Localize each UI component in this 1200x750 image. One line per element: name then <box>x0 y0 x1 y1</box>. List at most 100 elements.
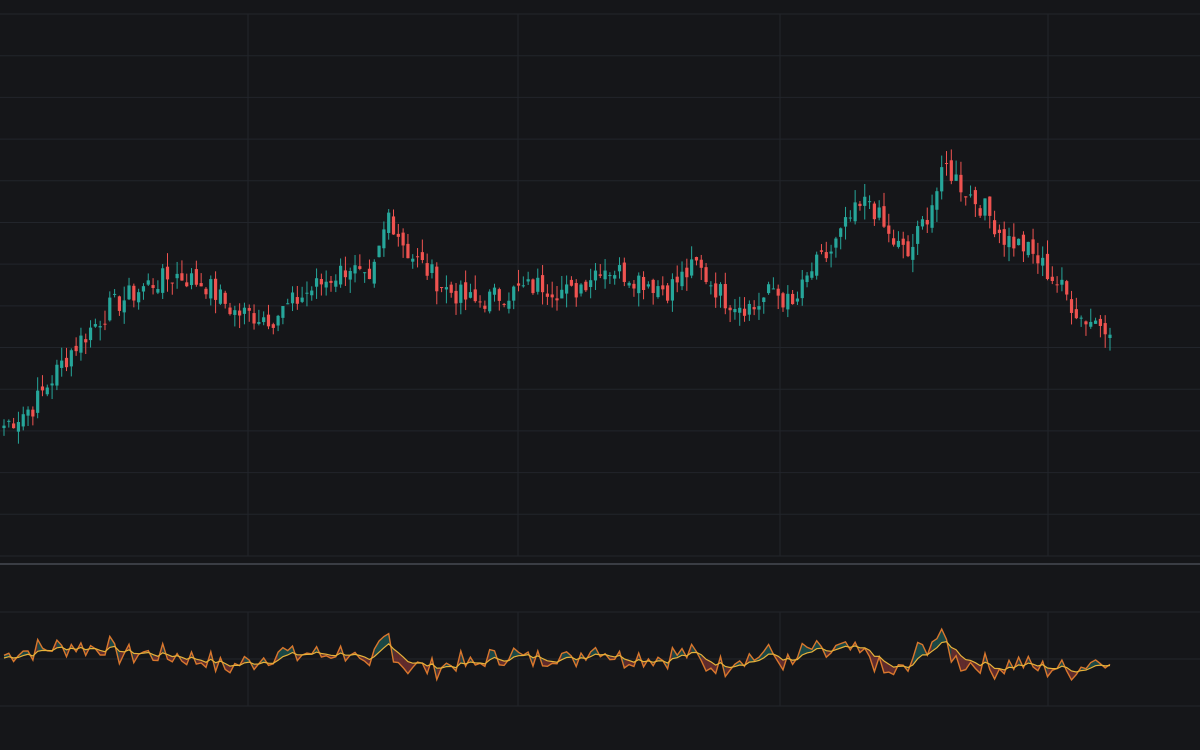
candle-up <box>161 268 165 293</box>
candle-down <box>319 279 323 285</box>
candle-up <box>411 258 415 262</box>
chart-background <box>0 0 1200 750</box>
candle-down <box>199 283 203 287</box>
candle-down <box>1074 309 1078 319</box>
candle-up <box>733 309 737 313</box>
candle-down <box>791 293 795 305</box>
candle-up <box>156 289 160 293</box>
candle-down <box>973 190 977 205</box>
candle-down <box>694 257 699 261</box>
candle-up <box>242 307 247 314</box>
candle-down <box>819 250 824 252</box>
candle-up <box>1007 236 1011 248</box>
candle-down <box>238 310 242 316</box>
candle-up <box>589 280 593 287</box>
candle-down <box>714 283 718 298</box>
candle-up <box>276 315 280 326</box>
candle-up <box>286 303 290 305</box>
candle-up <box>262 317 266 323</box>
candle-down <box>425 263 429 276</box>
candle-up <box>565 284 569 294</box>
candle-down <box>435 266 439 292</box>
candle-up <box>300 297 304 302</box>
candle-up <box>930 205 934 228</box>
candle-up <box>290 292 295 304</box>
candle-down <box>117 296 122 311</box>
candle-up <box>786 293 790 310</box>
candle-down <box>906 241 910 257</box>
candle-down <box>132 285 136 301</box>
candle-down <box>666 285 670 301</box>
candle-up <box>324 281 328 288</box>
chart-canvas[interactable] <box>0 0 1200 750</box>
candle-up <box>762 297 766 303</box>
candle-up <box>377 245 381 258</box>
candle-up <box>848 217 852 219</box>
candle-up <box>1089 321 1093 327</box>
candle-up <box>353 265 357 274</box>
candle-up <box>839 228 843 237</box>
candle-up <box>680 271 684 287</box>
candle-down <box>872 203 876 220</box>
candle-up <box>21 414 25 427</box>
candle-up <box>920 219 925 227</box>
candle-up <box>55 364 59 386</box>
candle-down <box>1031 239 1035 254</box>
candle-down <box>31 409 35 417</box>
candle-up <box>430 264 434 273</box>
candle-down <box>502 303 506 305</box>
candle-up <box>218 289 222 304</box>
candle-up <box>512 286 516 301</box>
candle-up <box>810 271 814 278</box>
candle-up <box>940 167 944 192</box>
candle-up <box>637 275 641 294</box>
candle-down <box>978 208 982 216</box>
candle-up <box>334 280 338 287</box>
candle-down <box>1055 284 1059 286</box>
candle-up <box>608 275 612 277</box>
candle-up <box>718 284 723 296</box>
candle-down <box>574 283 578 298</box>
candle-up <box>536 277 540 292</box>
candle-down <box>1045 253 1050 280</box>
candle-up <box>853 202 857 222</box>
candle-up <box>36 390 40 413</box>
candle-down <box>464 282 468 300</box>
candle-up <box>108 297 112 321</box>
candle-up <box>141 286 146 292</box>
candle-up <box>1079 317 1083 319</box>
candle-up <box>468 292 473 298</box>
candle-down <box>685 267 689 278</box>
candle-up <box>690 259 694 276</box>
candle-up <box>372 261 376 284</box>
candle-up <box>863 196 867 206</box>
candle-down <box>329 280 333 283</box>
candle-down <box>540 275 545 293</box>
candle-up <box>983 198 987 216</box>
candle-down <box>1065 281 1069 295</box>
candle-down <box>180 273 184 281</box>
candle-up <box>1093 320 1098 324</box>
candle-up <box>815 254 819 276</box>
candle-up <box>233 310 237 315</box>
candle-up <box>954 174 958 181</box>
candle-up <box>613 275 617 279</box>
candle-up <box>1017 238 1021 246</box>
candle-down <box>1021 234 1026 252</box>
candle-down <box>704 267 708 283</box>
candle-down <box>497 289 501 301</box>
candle-down <box>478 301 482 303</box>
candle-up <box>189 273 194 286</box>
candle-up <box>444 287 448 290</box>
candle-down <box>882 206 886 227</box>
candle-up <box>60 360 64 368</box>
candle-up <box>113 293 117 295</box>
candle-up <box>579 284 583 294</box>
candle-up <box>935 191 939 210</box>
candle-down <box>84 339 88 343</box>
candle-down <box>185 282 189 287</box>
candle-down <box>661 285 665 290</box>
candle-down <box>651 279 655 293</box>
candle-down <box>531 279 535 294</box>
candle-down <box>266 314 271 327</box>
